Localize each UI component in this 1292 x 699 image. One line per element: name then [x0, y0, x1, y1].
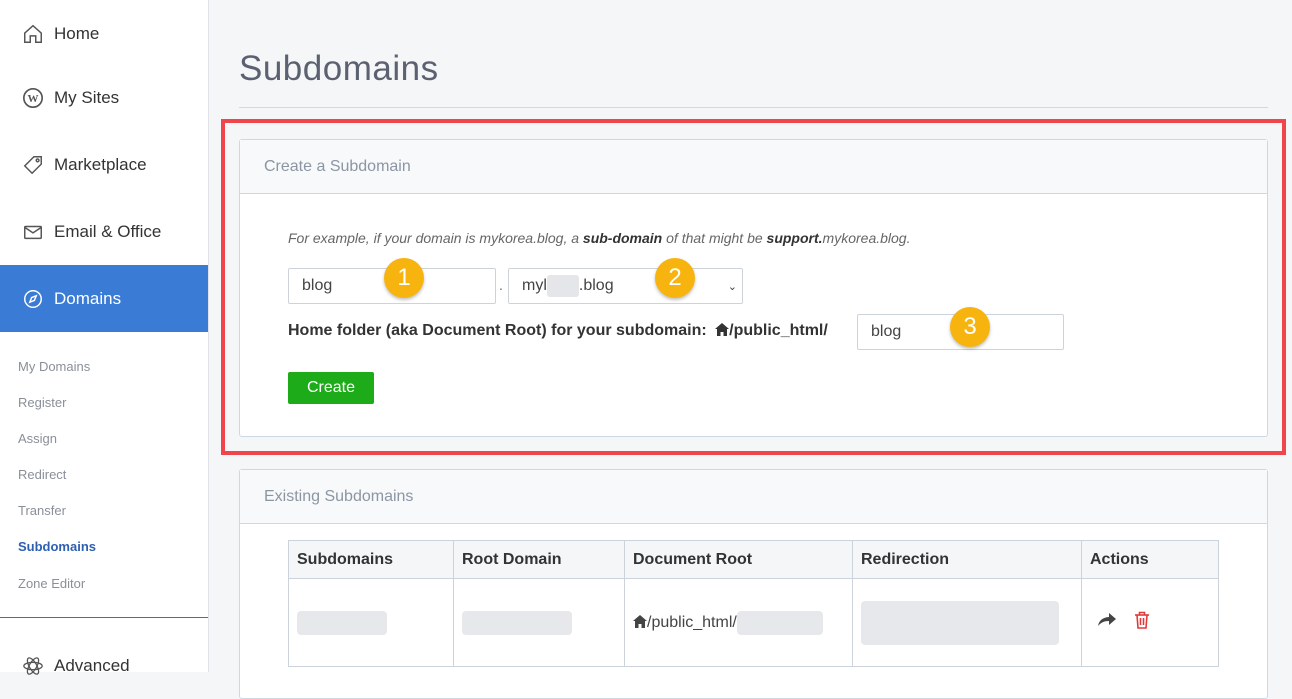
nav-email-office-label: Email & Office: [54, 222, 161, 242]
sidebar-sub-transfer[interactable]: Transfer: [18, 503, 66, 518]
document-root-path: /public_html/: [647, 614, 737, 631]
nav-marketplace-label: Marketplace: [54, 155, 147, 175]
redacted-text: [547, 275, 579, 297]
folder-label: Home folder (aka Document Root) for your…: [288, 322, 828, 341]
tag-icon: [22, 154, 44, 176]
sidebar-sub-zone-editor[interactable]: Zone Editor: [18, 576, 85, 591]
domain-select-suffix: .blog: [579, 277, 614, 295]
existing-subdomains-card: Existing Subdomains Subdomains Root Doma…: [239, 469, 1268, 699]
step-badge-1: 1: [384, 258, 424, 298]
col-document-root[interactable]: Document Root: [625, 541, 853, 579]
create-card-title: Create a Subdomain: [240, 140, 1267, 194]
redacted-text: [462, 611, 572, 635]
nav-domains[interactable]: Domains: [0, 265, 208, 332]
sidebar-sub-assign[interactable]: Assign: [18, 431, 57, 446]
nav-my-sites[interactable]: W My Sites: [0, 64, 208, 131]
create-button[interactable]: Create: [288, 372, 374, 404]
sidebar-divider: [0, 617, 208, 618]
cell-document-root: /public_html/: [625, 579, 853, 667]
atom-icon: [22, 655, 44, 677]
home-icon: [22, 23, 44, 45]
envelope-icon: [22, 221, 44, 243]
nav-marketplace[interactable]: Marketplace: [0, 131, 208, 198]
compass-icon: [22, 288, 44, 310]
cell-root-domain: [454, 579, 625, 667]
domain-select-prefix: myl: [522, 277, 547, 295]
trash-icon[interactable]: [1134, 611, 1150, 634]
chevron-down-icon: ⌄: [728, 280, 737, 293]
col-redirection[interactable]: Redirection: [853, 541, 1082, 579]
redirect-arrow-icon[interactable]: [1098, 613, 1116, 632]
nav-advanced-label: Advanced: [54, 656, 130, 676]
col-subdomains[interactable]: Subdomains: [289, 541, 454, 579]
redacted-text: [297, 611, 387, 635]
sidebar-sub-register[interactable]: Register: [18, 395, 66, 410]
nav-advanced[interactable]: Advanced: [0, 632, 208, 699]
sidebar-sub-my-domains[interactable]: My Domains: [18, 359, 90, 374]
subdomains-table: Subdomains Root Domain Document Root Red…: [288, 540, 1219, 667]
step-badge-3: 3: [950, 307, 990, 347]
redacted-text: [737, 611, 823, 635]
main-content: Subdomains Create a Subdomain For exampl…: [209, 0, 1292, 672]
house-icon: [633, 615, 647, 633]
subdomain-input-value: blog: [302, 277, 332, 295]
existing-card-title: Existing Subdomains: [240, 470, 1267, 524]
cell-subdomain: [289, 579, 454, 667]
nav-home[interactable]: Home: [0, 0, 208, 67]
create-subdomain-card: Create a Subdomain For example, if your …: [239, 139, 1268, 437]
nav-my-sites-label: My Sites: [54, 88, 119, 108]
col-root-domain[interactable]: Root Domain: [454, 541, 625, 579]
page-title: Subdomains: [239, 49, 439, 89]
folder-label-text: Home folder (aka Document Root) for your…: [288, 322, 707, 339]
table-row: /public_html/: [289, 579, 1219, 667]
nav-email-office[interactable]: Email & Office: [0, 198, 208, 265]
folder-path: /public_html/: [729, 322, 828, 339]
domain-select[interactable]: myl .blog ⌄: [508, 268, 743, 304]
separator-dot: .: [499, 277, 503, 293]
sidebar: Home W My Sites Marketplace Email & Offi…: [0, 0, 209, 672]
col-actions: Actions: [1082, 541, 1219, 579]
cell-actions: [1082, 579, 1219, 667]
wordpress-icon: W: [22, 87, 44, 109]
step-badge-2: 2: [655, 258, 695, 298]
nav-home-label: Home: [54, 24, 99, 44]
sidebar-sub-subdomains[interactable]: Subdomains: [18, 539, 96, 554]
document-root-value: blog: [871, 323, 901, 341]
table-header-row: Subdomains Root Domain Document Root Red…: [289, 541, 1219, 579]
sidebar-sub-redirect[interactable]: Redirect: [18, 467, 66, 482]
cell-redirection: [853, 579, 1082, 667]
nav-domains-label: Domains: [54, 289, 121, 309]
redacted-text: [861, 601, 1059, 645]
title-divider: [239, 107, 1268, 108]
example-hint: For example, if your domain is mykorea.b…: [288, 230, 910, 246]
svg-text:W: W: [28, 93, 39, 105]
house-icon: [715, 323, 729, 341]
